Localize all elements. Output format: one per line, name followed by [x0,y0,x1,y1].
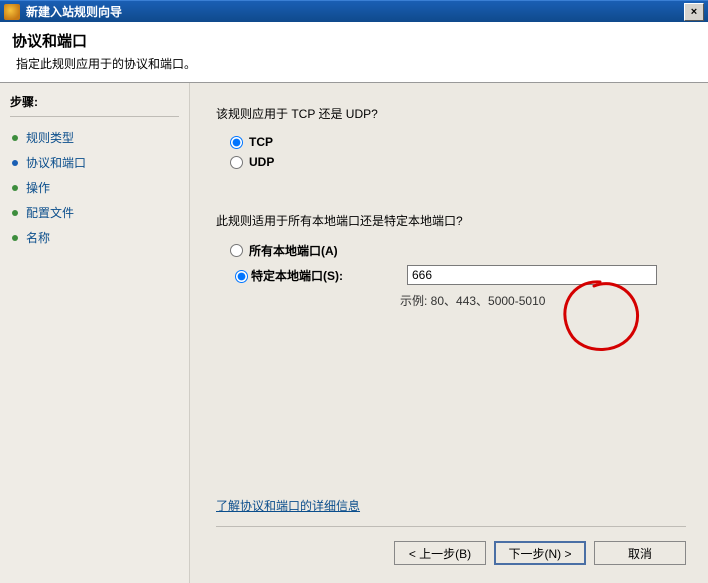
all-ports-radio[interactable] [230,244,243,257]
step-label: 协议和端口 [26,154,86,171]
step-label: 操作 [26,179,50,196]
radio-row-tcp: TCP [230,135,686,149]
titlebar: 新建入站规则向导 × [0,0,708,22]
step-rule-type[interactable]: 规则类型 [10,125,179,150]
wizard-footer: < 上一步(B) 下一步(N) > 取消 [216,526,686,565]
annotation-circle-icon [560,278,640,353]
radio-row-all-ports: 所有本地端口(A) [230,242,686,259]
bullet-icon [12,235,18,241]
protocol-question: 该规则应用于 TCP 还是 UDP? [216,105,686,122]
specific-ports-radio[interactable] [235,270,248,283]
next-button[interactable]: 下一步(N) > [494,541,586,565]
tcp-radio[interactable] [230,136,243,149]
udp-radio[interactable] [230,156,243,169]
step-protocol-ports[interactable]: 协议和端口 [10,150,179,175]
ports-example-text: 示例: 80、443、5000-5010 [400,292,686,309]
steps-label: 步骤: [10,93,179,110]
wizard-header: 协议和端口 指定此规则应用于的协议和端口。 [0,22,708,83]
wizard-main: 该规则应用于 TCP 还是 UDP? TCP UDP 此规则适用于所有本地端口还… [190,83,708,583]
bullet-icon [12,135,18,141]
window-title: 新建入站规则向导 [26,3,684,20]
wizard-body: 步骤: 规则类型 协议和端口 操作 配置文件 名称 该规则应用于 TCP 还是 … [0,83,708,583]
port-scope-question: 此规则适用于所有本地端口还是特定本地端口? [216,212,686,229]
udp-label[interactable]: UDP [249,155,274,169]
steps-divider [10,116,179,117]
step-name[interactable]: 名称 [10,225,179,250]
specific-ports-label[interactable]: 特定本地端口(S): [251,267,399,284]
help-link-area: 了解协议和端口的详细信息 [216,497,686,514]
close-button[interactable]: × [684,3,704,21]
specific-ports-input[interactable] [407,265,657,285]
page-subtitle: 指定此规则应用于的协议和端口。 [16,55,696,72]
radio-row-udp: UDP [230,155,686,169]
app-icon [4,4,20,20]
bullet-icon [12,185,18,191]
cancel-button[interactable]: 取消 [594,541,686,565]
step-action[interactable]: 操作 [10,175,179,200]
learn-more-link[interactable]: 了解协议和端口的详细信息 [216,499,360,513]
steps-sidebar: 步骤: 规则类型 协议和端口 操作 配置文件 名称 [0,83,190,583]
step-label: 名称 [26,229,50,246]
step-label: 配置文件 [26,204,74,221]
bullet-icon [12,210,18,216]
bullet-icon [12,160,18,166]
step-profile[interactable]: 配置文件 [10,200,179,225]
tcp-label[interactable]: TCP [249,135,273,149]
step-label: 规则类型 [26,129,74,146]
back-button[interactable]: < 上一步(B) [394,541,486,565]
radio-row-specific-ports: 特定本地端口(S): [230,265,686,285]
all-ports-label[interactable]: 所有本地端口(A) [249,242,338,259]
page-title: 协议和端口 [12,30,696,51]
